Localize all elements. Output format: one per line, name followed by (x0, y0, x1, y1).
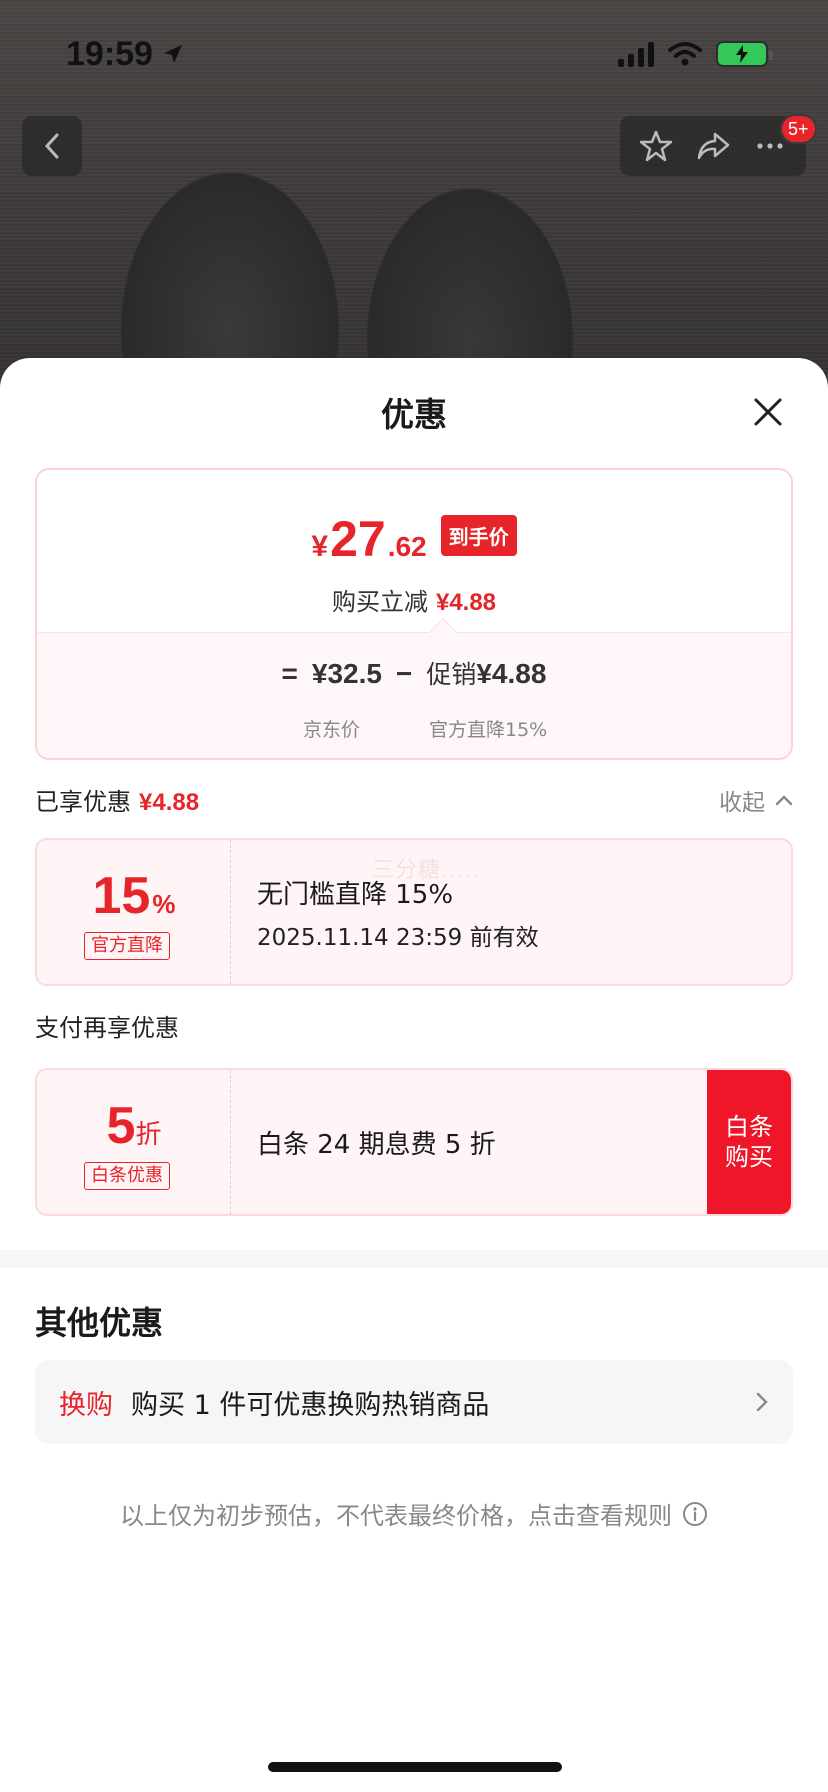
promo-value: ¥4.88 (476, 658, 547, 689)
back-button[interactable] (22, 116, 82, 176)
final-price: ¥ 27 .62 到手价 (37, 510, 791, 568)
coupon-value: 5折 (37, 1096, 231, 1156)
enjoyed-value: ¥4.88 (139, 789, 200, 816)
chevron-left-icon (44, 133, 59, 159)
wifi-icon (668, 42, 702, 66)
coupon-value-area: 15% 官方直降 (37, 840, 231, 984)
discount-sheet: 优惠 ¥ 27 .62 到手价 购买立减 ¥4.88 = ¥32.5 − 促销¥4… (0, 358, 828, 1792)
jd-price: ¥32.5 (311, 658, 382, 689)
product-image: 19:59 5+ (0, 0, 828, 400)
payment-discounts-header: 支付再享优惠 (35, 1008, 793, 1043)
coupon-value-unit: % (152, 889, 176, 919)
message-badge: 5+ (780, 114, 817, 144)
coupon-type-chip: 官方直降 (84, 932, 170, 960)
info-icon (683, 1501, 707, 1526)
coupon-title: 白条 24 期息费 5 折 (257, 1130, 496, 1160)
buy-button-line2: 购买 (725, 1143, 773, 1171)
baitiao-discount-coupon: 5折 白条优惠 白条 24 期息费 5 折 白条 购买 (35, 1068, 793, 1216)
baitiao-buy-button[interactable]: 白条 购买 (707, 1070, 791, 1214)
promo-label: 促销 (426, 660, 477, 689)
status-icons (618, 41, 773, 67)
chevron-up-icon (775, 794, 793, 805)
time-text: 19:59 (66, 34, 153, 73)
payment-discounts-label: 支付再享优惠 (35, 1014, 179, 1042)
chevron-right-icon (756, 1392, 768, 1412)
promo-sub-label: 官方直降15% (429, 719, 548, 741)
coupon-value-number: 15 (92, 867, 151, 925)
section-divider (0, 1250, 828, 1268)
equals-sign: = (281, 658, 298, 689)
status-bar: 19:59 (0, 0, 828, 108)
instant-cut-label: 购买立减 (331, 588, 428, 616)
disclaimer-text: 以上仅为初步预估，不代表最终价格，点击查看规则 (120, 1502, 672, 1530)
final-price-integer: 27 (330, 511, 386, 567)
minus-sign: − (395, 658, 413, 689)
coupon-value: 15% (37, 866, 231, 926)
price-formula: = ¥32.5 − 促销¥4.88 (37, 655, 791, 691)
coupon-value-area: 5折 白条优惠 (37, 1070, 231, 1214)
final-price-area: ¥ 27 .62 到手价 购买立减 ¥4.88 (37, 470, 791, 632)
currency-symbol: ¥ (311, 530, 329, 563)
enjoyed-label-group: 已享优惠 ¥4.88 (35, 782, 199, 817)
status-time: 19:59 (66, 35, 185, 74)
location-arrow-icon (163, 45, 182, 63)
close-icon[interactable] (750, 394, 786, 430)
coupon-title: 无门槛直降 15% (257, 880, 454, 910)
exchange-text: 购买 1 件可优惠换购热销商品 (131, 1389, 490, 1421)
nav-actions (620, 116, 806, 176)
price-formula-area: = ¥32.5 − 促销¥4.88 京东价 官方直降15% (37, 632, 791, 758)
price-summary-card: ¥ 27 .62 到手价 购买立减 ¥4.88 = ¥32.5 − 促销¥4.88… (35, 468, 793, 760)
jd-price-label: 京东价 (303, 719, 361, 741)
coupon-type-chip: 白条优惠 (84, 1162, 170, 1190)
coupon-expiry: 2025.11.14 23:59 前有效 (257, 925, 539, 951)
collapse-button[interactable]: 收起 (719, 783, 793, 817)
home-indicator (268, 1762, 562, 1772)
coupon-value-unit: 折 (135, 1120, 162, 1150)
star-icon[interactable] (638, 128, 674, 164)
exchange-purchase-row[interactable]: 换购 购买 1 件可优惠换购热销商品 (35, 1360, 793, 1444)
sheet-title: 优惠 (381, 395, 447, 434)
share-icon[interactable] (695, 128, 731, 164)
final-price-tag: 到手价 (440, 514, 517, 556)
disclaimer-link[interactable]: 以上仅为初步预估，不代表最终价格，点击查看规则 (0, 1496, 828, 1531)
buy-button-line1: 白条 (725, 1113, 773, 1141)
official-discount-coupon[interactable]: 三分糖..... 15% 官方直降 无门槛直降 15% 2025.11.14 2… (35, 838, 793, 986)
battery-charging-icon (716, 41, 773, 67)
enjoyed-label: 已享优惠 (35, 788, 131, 816)
exchange-tag: 换购 (59, 1389, 113, 1421)
instant-cut: 购买立减 ¥4.88 (37, 582, 791, 617)
cellular-signal-icon (618, 41, 654, 67)
other-discounts-title: 其他优惠 (35, 1304, 164, 1342)
instant-cut-value: ¥4.88 (435, 589, 497, 616)
final-price-decimal: .62 (387, 531, 427, 562)
enjoyed-discounts-header: 已享优惠 ¥4.88 收起 (35, 782, 793, 817)
collapse-label: 收起 (719, 789, 765, 816)
coupon-value-number: 5 (106, 1097, 136, 1155)
